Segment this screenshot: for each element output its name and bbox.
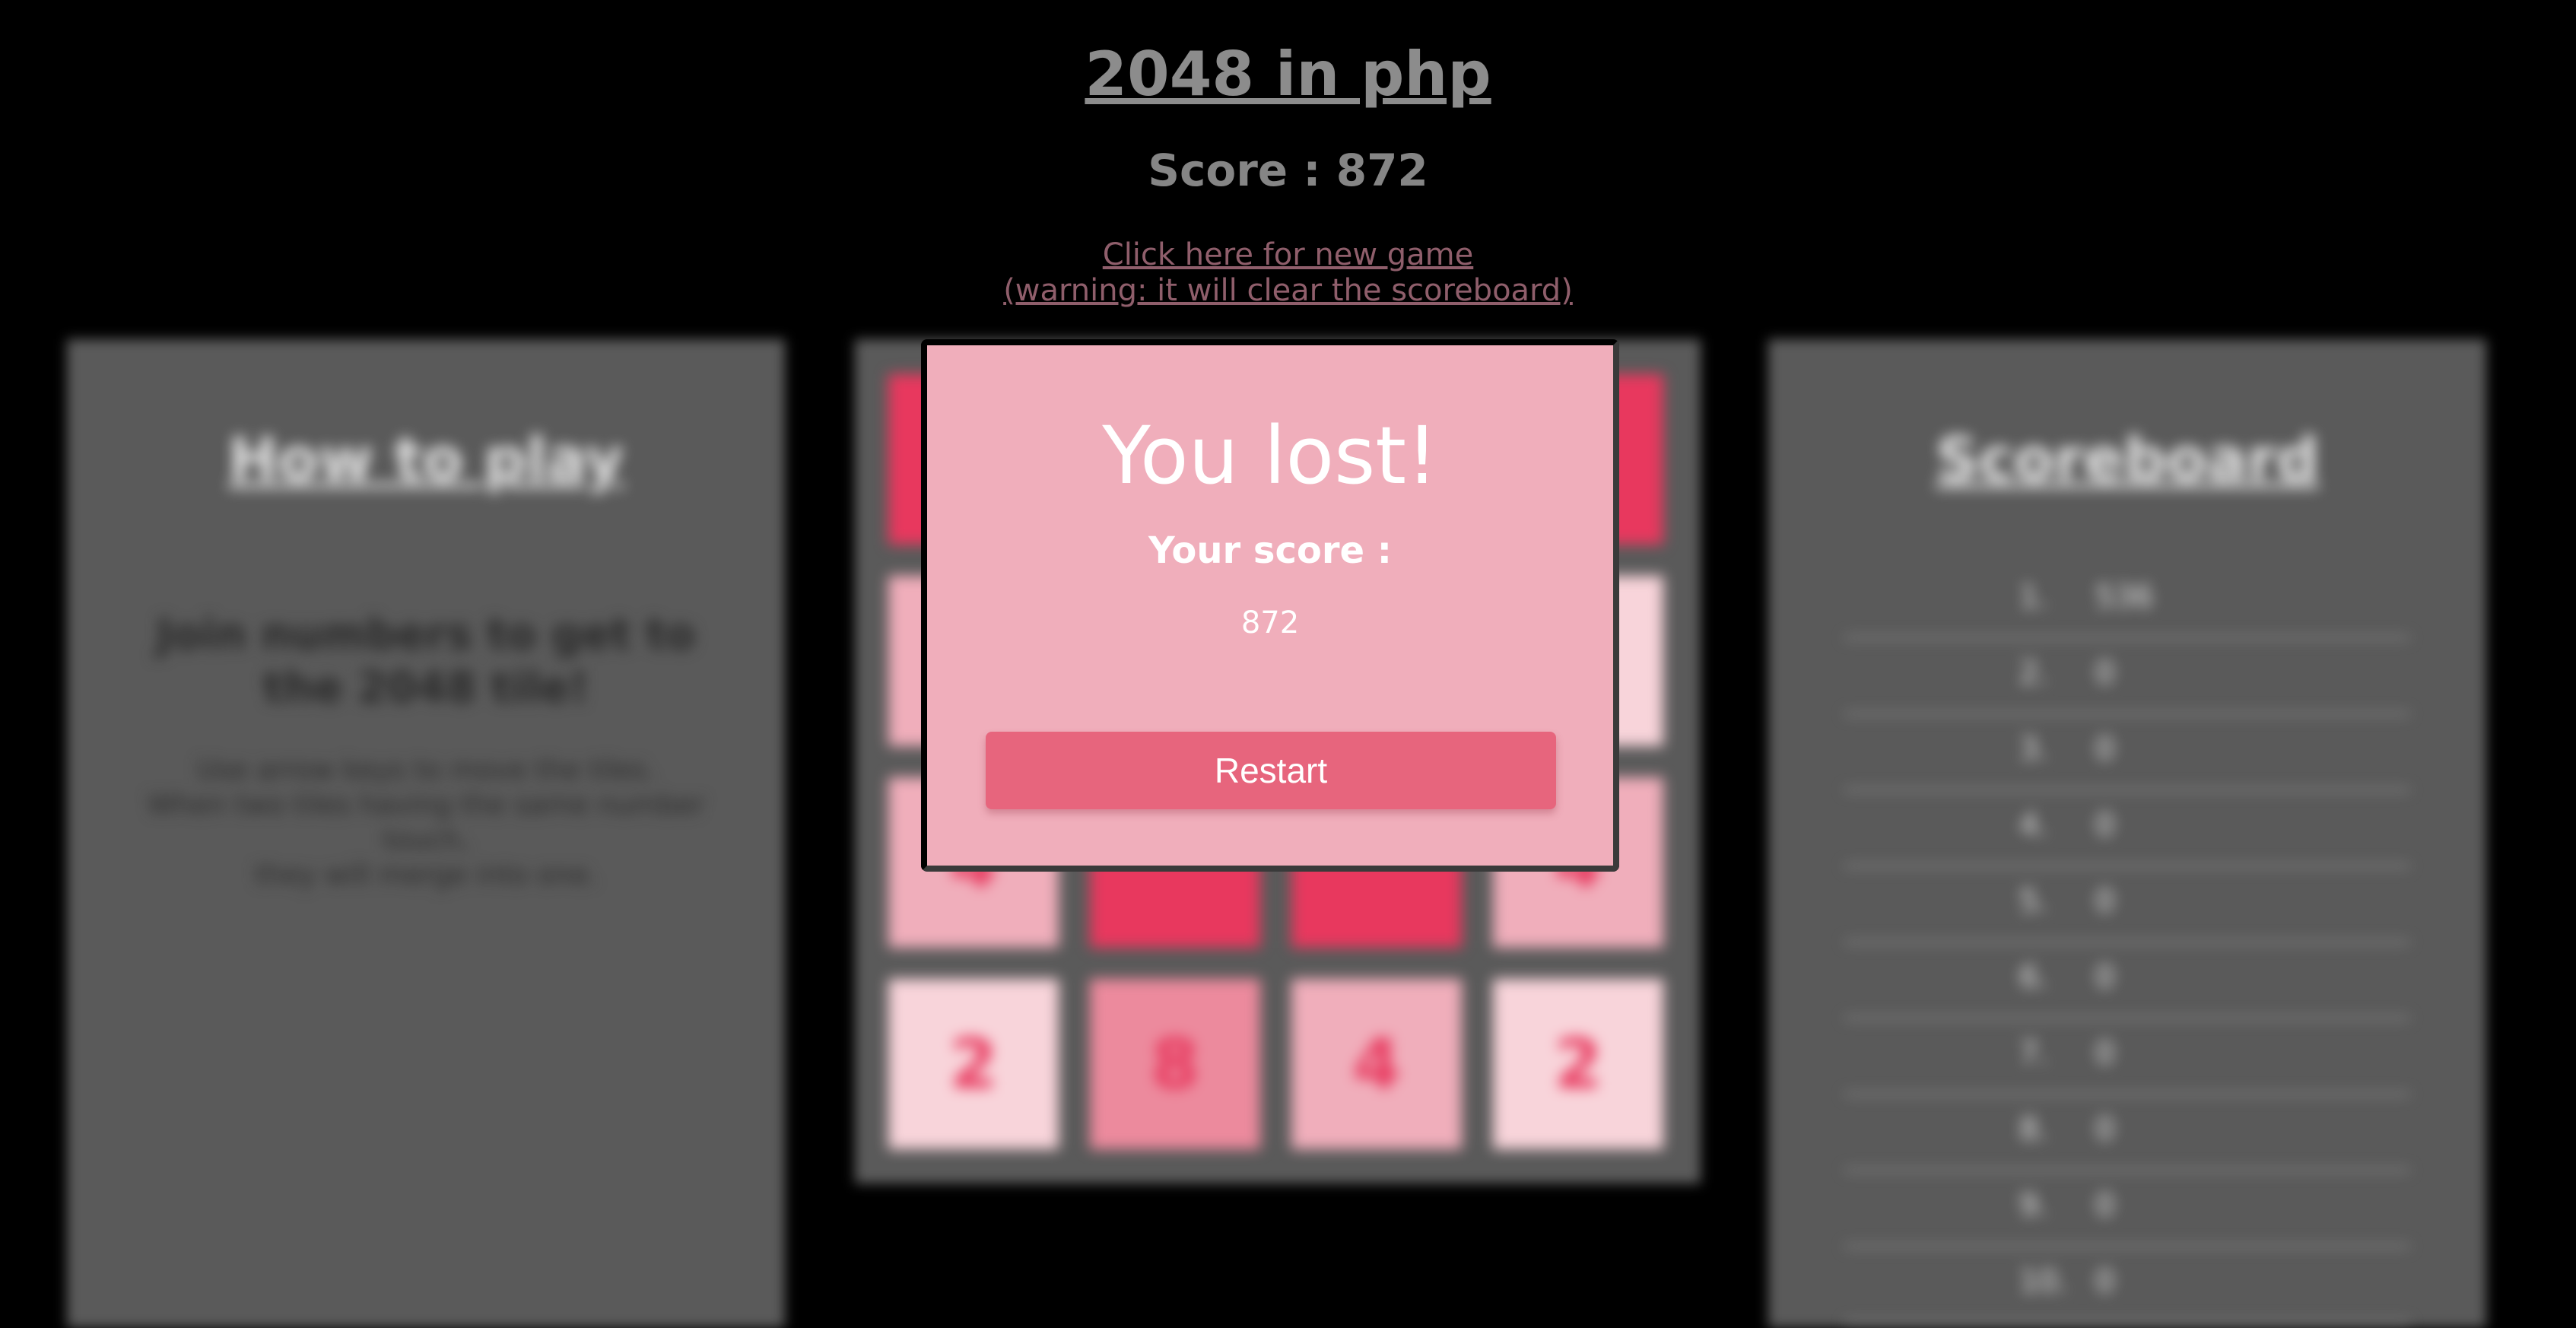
scoreboard-score: 0: [2095, 732, 2115, 767]
scoreboard-score: 0: [2095, 656, 2115, 691]
game-over-title: You lost!: [1102, 409, 1438, 502]
board-tile: 2: [888, 979, 1059, 1149]
scoreboard-rank: 8.: [2019, 1112, 2049, 1147]
scoreboard-row: 3. 0: [1844, 715, 2410, 791]
how-to-play-title: How to play: [228, 426, 624, 494]
scoreboard-rank: 7.: [2019, 1036, 2049, 1071]
board-tile: 2: [1493, 979, 1663, 1149]
scoreboard-rank: 2.: [2019, 656, 2049, 691]
final-score-value: 872: [1240, 605, 1300, 640]
scoreboard-row: 1. 536: [1844, 563, 2410, 639]
score-display: Score : 872: [1148, 145, 1428, 196]
new-game-link-text[interactable]: Click here for new game: [0, 237, 2576, 273]
scoreboard-rank: 10.: [2019, 1264, 2068, 1299]
scoreboard-score: 0: [2095, 884, 2115, 919]
new-game-warning-text[interactable]: (warning: it will clear the scoreboard): [0, 273, 2576, 309]
scoreboard-score: 0: [2095, 1036, 2115, 1071]
instruction-line: Use arrow keys to move the tiles.: [197, 755, 655, 786]
scoreboard-score: 0: [2095, 1188, 2115, 1223]
scoreboard-row: 9. 0: [1844, 1171, 2410, 1247]
scoreboard-rank: 4.: [2019, 808, 2049, 843]
restart-button[interactable]: Restart: [986, 732, 1556, 809]
instruction-line: they will merge into one.: [255, 859, 597, 891]
board-tile: 4: [1291, 979, 1462, 1149]
scoreboard-row: 10. 0: [1844, 1247, 2410, 1323]
scoreboard-score: 0: [2095, 1264, 2115, 1299]
scoreboard-row: 2. 0: [1844, 639, 2410, 715]
scoreboard-list: 1. 536 2. 0 3. 0 4. 0 5. 0 6. 0 7. 0 8. 0 9. 0 10. 0: [1844, 563, 2410, 1323]
game-over-dialog: You lost! Your score : 872 Restart: [921, 339, 1619, 872]
scoreboard-score: 0: [2095, 960, 2115, 995]
scoreboard-row: 7. 0: [1844, 1019, 2410, 1095]
final-score-label: Your score :: [1148, 529, 1392, 572]
scoreboard-rank: 5.: [2019, 884, 2049, 919]
scoreboard-score: 0: [2095, 808, 2115, 843]
scoreboard-rank: 6.: [2019, 960, 2049, 995]
instruction-line: When two tiles having the same number to…: [147, 789, 705, 856]
scoreboard-row: 4. 0: [1844, 791, 2410, 867]
how-to-play-instructions: Use arrow keys to move the tiles. When t…: [137, 753, 715, 893]
scoreboard-rank: 9.: [2019, 1188, 2049, 1223]
scoreboard-title: Scoreboard: [1936, 426, 2319, 494]
scoreboard-rank: 3.: [2019, 732, 2049, 767]
scoreboard-row: 5. 0: [1844, 867, 2410, 943]
page-title: 2048 in php: [1085, 39, 1491, 110]
scoreboard-row: 8. 0: [1844, 1095, 2410, 1171]
new-game-link[interactable]: Click here for new game (warning: it wil…: [0, 237, 2576, 309]
board-tile: 8: [1090, 979, 1260, 1149]
scoreboard-score: 0: [2095, 1112, 2115, 1147]
scoreboard-rank: 1.: [2019, 580, 2049, 615]
how-to-play-subtitle: Join numbers to get to the 2048 tile!: [156, 610, 696, 713]
scoreboard-row: 6. 0: [1844, 943, 2410, 1019]
scoreboard-score: 536: [2095, 580, 2154, 615]
